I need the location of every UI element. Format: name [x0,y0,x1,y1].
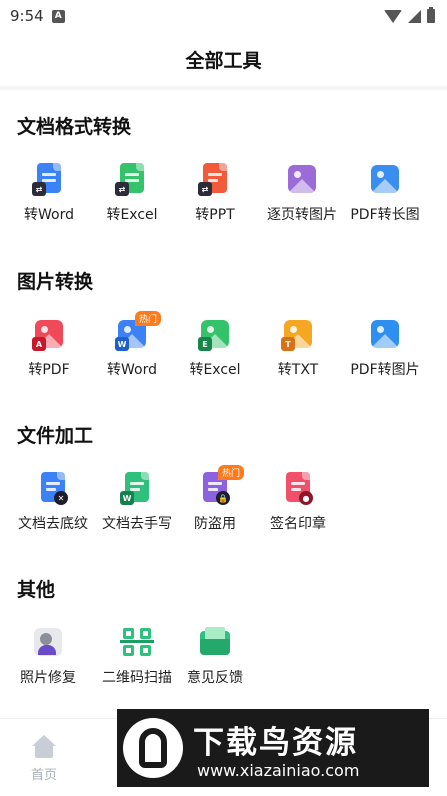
feedback-icon [198,625,232,659]
section-title: 其他 [17,579,56,601]
tool-signature-stamp[interactable]: ● 签名印章 [256,471,340,533]
tool-image-to-txt[interactable]: T 转TXT [256,317,340,379]
tool-page-to-image[interactable]: 逐页转图片 [260,162,344,224]
tool-feedback[interactable]: 意见反馈 [173,625,257,687]
anti-theft-lock-icon: 热门 🔒 [198,465,245,505]
remove-handwriting-icon: W [120,471,154,505]
long-image-icon [368,162,402,196]
tool-image-to-word[interactable]: 热门 W 转Word [90,311,174,379]
tool-pdf-to-image[interactable]: PDF转图片 [343,317,427,379]
tool-label: 转TXT [277,362,319,378]
watermark-logo-icon [123,718,183,778]
word-image-icon: 热门 W [115,311,162,351]
tool-qr-scan[interactable]: 二维码扫描 [95,625,179,687]
tool-label: PDF转图片 [350,362,420,378]
tool-remove-handwriting[interactable]: W 文档去手写 [95,471,179,533]
tool-label: 转Word [24,207,74,223]
qr-scan-icon [120,625,154,659]
tool-label: 文档去底纹 [18,516,88,532]
tool-label: 照片修复 [20,670,76,686]
wifi-icon [384,9,402,23]
watermark-banner: 下载鸟资源 www.xiazainiao.com [117,709,429,787]
watermark-title: 下载鸟资源 [193,725,358,761]
tool-label: 转Word [107,362,157,378]
hot-badge: 热门 [135,311,162,326]
photo-repair-icon [31,625,65,659]
remove-shading-icon: ✕ [36,471,70,505]
tool-label: 防盗用 [194,516,236,532]
tool-label: 签名印章 [270,516,326,532]
page-title: 全部工具 [185,49,262,72]
signature-stamp-icon: ● [281,471,315,505]
tool-photo-repair[interactable]: 照片修复 [6,625,90,687]
page-header: 全部工具 [0,32,447,86]
image-pages-icon [285,162,319,196]
tool-label: 转Excel [106,207,158,223]
tool-to-ppt[interactable]: ⇄ 转PPT [173,162,257,224]
home-icon [32,735,56,759]
tool-label: 二维码扫描 [102,670,172,686]
tool-remove-shading[interactable]: ✕ 文档去底纹 [11,471,95,533]
tool-label: 转Excel [189,362,241,378]
tab-home-label: 首页 [30,768,57,783]
tool-image-to-excel[interactable]: E 转Excel [173,317,257,379]
tool-to-word[interactable]: ⇄ 转Word [7,162,91,224]
app-notification-icon: A [51,9,65,23]
ppt-doc-icon: ⇄ [198,162,232,196]
tool-label: 转PPT [195,207,235,223]
pdf-image-icon: A [32,317,66,351]
section-title: 文档格式转换 [17,116,132,138]
tab-home[interactable]: 首页 [22,735,66,783]
section-title: 图片转换 [17,271,94,293]
tool-pdf-to-long-image[interactable]: PDF转长图 [343,162,427,224]
tool-label: 转PDF [28,362,70,378]
section-title: 文件加工 [17,425,94,447]
tool-anti-theft[interactable]: 热门 🔒 防盗用 [173,465,257,533]
signal-icon [408,9,421,23]
excel-image-icon: E [198,317,232,351]
excel-doc-icon: ⇄ [115,162,149,196]
battery-icon [427,7,435,23]
hot-badge: 热门 [218,465,245,480]
tool-to-excel[interactable]: ⇄ 转Excel [90,162,174,224]
tool-label: 文档去手写 [102,516,172,532]
status-bar: 9:54 A [0,0,447,32]
watermark-url: www.xiazainiao.com [197,761,360,780]
txt-image-icon: T [281,317,315,351]
tool-label: PDF转长图 [350,207,420,223]
word-doc-icon: ⇄ [32,162,66,196]
tool-image-to-pdf[interactable]: A 转PDF [7,317,91,379]
pdf-to-image-icon [368,317,402,351]
status-time: 9:54 [10,7,44,25]
tool-label: 意见反馈 [187,670,243,686]
tools-content: 文档格式转换 ⇄ 转Word ⇄ 转Excel ⇄ 转PPT 逐页转图片 PDF… [0,90,447,718]
tool-label: 逐页转图片 [267,207,337,223]
